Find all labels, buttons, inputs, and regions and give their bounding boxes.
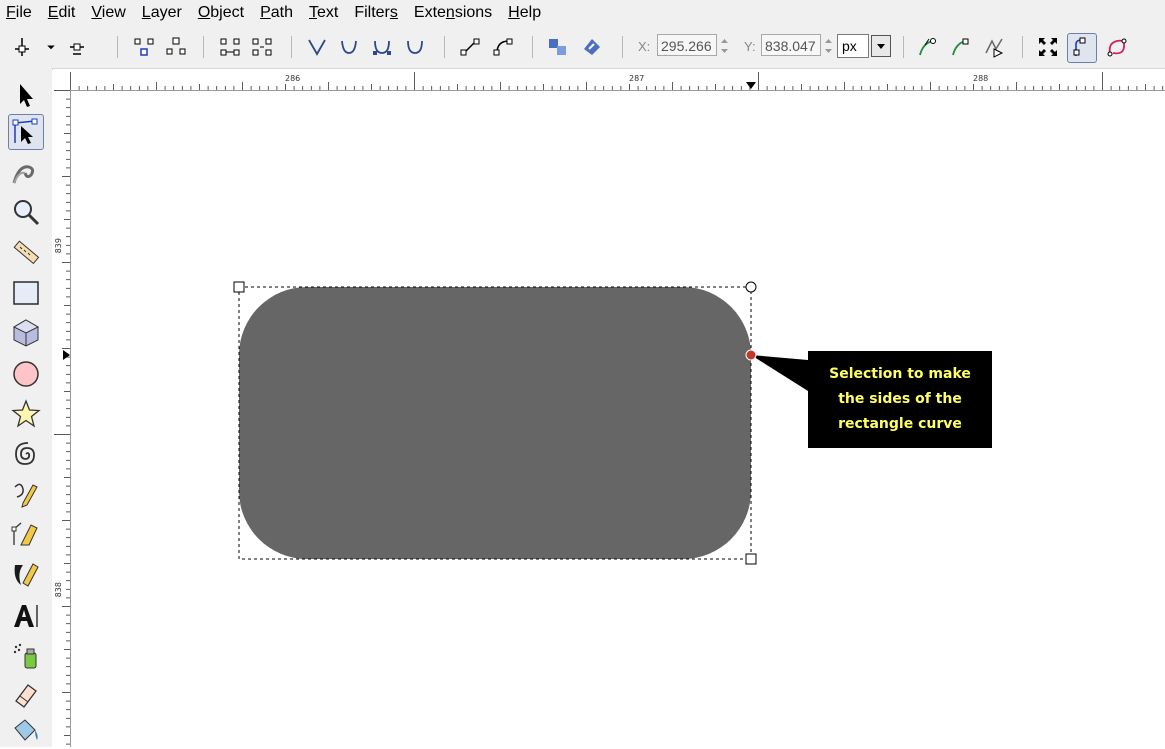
- y-label: Y:: [744, 39, 756, 54]
- ruler-label-286: 286: [285, 74, 301, 83]
- menu-layer[interactable]: Layer: [140, 4, 184, 22]
- drawing-canvas[interactable]: [71, 91, 1165, 747]
- ruler-label-287: 287: [629, 74, 645, 83]
- menu-text[interactable]: Text: [307, 4, 340, 22]
- node-tool-icon[interactable]: [8, 114, 44, 150]
- separator: [532, 36, 533, 58]
- chevron-down-icon[interactable]: [42, 33, 60, 61]
- menu-help[interactable]: Help: [506, 4, 543, 22]
- rectangle-tool-icon[interactable]: [8, 275, 44, 311]
- y-coordinate-field[interactable]: 838.047: [761, 34, 821, 56]
- spiral-tool-icon[interactable]: [8, 436, 44, 472]
- show-handles-icon[interactable]: [913, 33, 941, 61]
- separator: [291, 36, 292, 58]
- tool-palette: [0, 68, 53, 747]
- measure-tool-icon[interactable]: [8, 234, 44, 270]
- transform-handles-icon[interactable]: [1034, 33, 1062, 61]
- smooth-node-icon[interactable]: [335, 33, 363, 61]
- segment-to-line-icon[interactable]: [456, 33, 484, 61]
- resize-handle-top-left[interactable]: [233, 281, 245, 293]
- pencil-tool-icon[interactable]: [8, 476, 44, 512]
- show-clip-path-icon[interactable]: [946, 33, 974, 61]
- delete-segment-icon[interactable]: [248, 33, 276, 61]
- x-label: X:: [638, 39, 651, 54]
- callout-pointer: [751, 355, 808, 391]
- separator: [622, 36, 623, 58]
- segment-to-curve-icon[interactable]: [489, 33, 517, 61]
- calligraphy-tool-icon[interactable]: [8, 556, 44, 592]
- spray-tool-icon[interactable]: [8, 638, 44, 674]
- tweak-tool-icon[interactable]: [8, 154, 44, 190]
- selected-radius-handle[interactable]: [745, 349, 757, 361]
- paint-bucket-tool-icon[interactable]: [8, 713, 44, 749]
- y-spin-buttons[interactable]: [822, 34, 835, 58]
- insert-node-icon[interactable]: [8, 33, 36, 61]
- menu-file[interactable]: File: [4, 4, 34, 22]
- x-coordinate-field[interactable]: 295.266: [657, 34, 717, 56]
- cusp-node-icon[interactable]: [303, 33, 331, 61]
- ruler-pointer-icon: [63, 350, 70, 360]
- separator: [444, 36, 445, 58]
- object-to-path-icon[interactable]: [544, 33, 572, 61]
- auto-smooth-node-icon[interactable]: [401, 33, 429, 61]
- x-spin-buttons[interactable]: [718, 34, 731, 58]
- symmetric-node-icon[interactable]: [368, 33, 396, 61]
- separator: [117, 36, 118, 58]
- separator: [203, 36, 204, 58]
- menu-extensions[interactable]: Extensions: [412, 4, 494, 22]
- delete-node-icon[interactable]: [63, 33, 91, 61]
- ruler-corner: [52, 70, 70, 90]
- break-path-icon[interactable]: [162, 33, 190, 61]
- show-mask-icon[interactable]: [980, 33, 1008, 61]
- 3d-box-tool-icon[interactable]: [8, 315, 44, 351]
- menu-edit[interactable]: Edit: [46, 4, 78, 22]
- ruler-label-288: 288: [973, 74, 989, 83]
- rounded-rectangle[interactable]: [239, 287, 751, 559]
- show-path-outline-icon[interactable]: [1067, 33, 1097, 63]
- vertical-ruler[interactable]: 839 838: [52, 90, 71, 747]
- text-tool-icon[interactable]: [8, 598, 44, 634]
- horizontal-ruler-ticks: [70, 72, 1164, 90]
- stroke-to-path-icon[interactable]: [578, 33, 606, 61]
- ellipse-tool-icon[interactable]: [8, 356, 44, 392]
- menu-bar: File Edit View Layer Object Path Text Fi…: [0, 0, 1165, 26]
- separator: [903, 36, 904, 58]
- tool-controls-bar: X: 295.266 Y: 838.047 px: [0, 26, 1165, 69]
- menu-filters[interactable]: Filters: [352, 4, 400, 22]
- ruler-label-838: 838: [54, 582, 63, 598]
- ruler-pointer-icon: [746, 82, 756, 89]
- zoom-tool-icon[interactable]: [8, 194, 44, 230]
- ruler-label-839: 839: [54, 238, 63, 254]
- menu-object[interactable]: Object: [196, 4, 246, 22]
- menu-path[interactable]: Path: [258, 4, 295, 22]
- join-segment-icon[interactable]: [216, 33, 244, 61]
- corner-radius-handle[interactable]: [745, 281, 757, 293]
- menu-view[interactable]: View: [89, 4, 127, 22]
- eraser-tool-icon[interactable]: [8, 678, 44, 714]
- separator: [1022, 36, 1023, 58]
- annotation-callout: Selection to make the sides of the recta…: [808, 351, 992, 448]
- path-effect-icon[interactable]: [1103, 33, 1131, 61]
- pen-tool-icon[interactable]: [8, 516, 44, 552]
- selector-tool-icon[interactable]: [8, 77, 44, 113]
- unit-select[interactable]: px: [837, 34, 869, 58]
- resize-handle-bottom-right[interactable]: [745, 553, 757, 565]
- join-nodes-icon[interactable]: [130, 33, 158, 61]
- star-tool-icon[interactable]: [8, 396, 44, 432]
- chevron-down-icon[interactable]: [871, 35, 891, 57]
- vertical-ruler-ticks: [54, 90, 70, 745]
- canvas-drawing: [233, 281, 808, 565]
- horizontal-ruler[interactable]: 286 287 288: [70, 70, 1165, 91]
